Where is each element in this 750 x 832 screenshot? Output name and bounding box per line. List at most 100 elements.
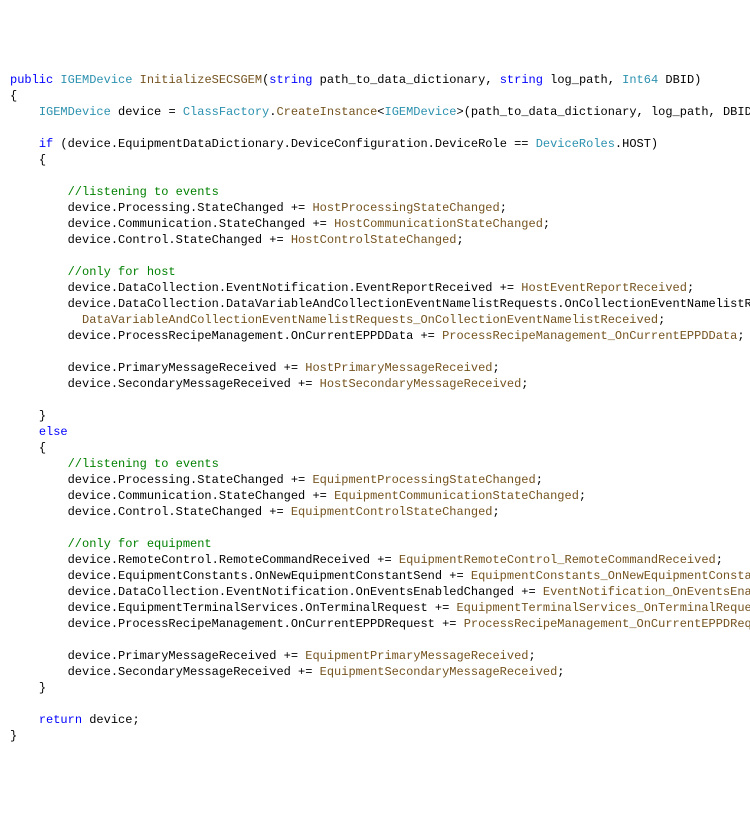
punct: ; (493, 505, 500, 519)
indent (10, 649, 68, 663)
punct: < (377, 105, 384, 119)
punct: ; (579, 489, 586, 503)
punct: ; (536, 473, 543, 487)
indent (10, 137, 39, 151)
brace: } (39, 409, 46, 423)
indent (10, 441, 39, 455)
punct: ; (457, 233, 464, 247)
type-int64: Int64 (622, 73, 658, 87)
indent (10, 409, 39, 423)
indent (10, 105, 39, 119)
keyword-if: if (39, 137, 53, 151)
indent (10, 489, 68, 503)
code-line: } (10, 680, 740, 696)
indent (10, 153, 39, 167)
code-line: //only for host (10, 264, 740, 280)
punct: ; (521, 377, 528, 391)
handler: EquipmentRemoteControl_RemoteCommandRece… (399, 553, 716, 567)
punct: ; (557, 665, 564, 679)
text: .HOST) (615, 137, 658, 151)
code-line: { (10, 88, 740, 104)
punct: ; (737, 329, 744, 343)
param: DBID) (658, 73, 701, 87)
text: device.Communication.StateChanged += (68, 489, 334, 503)
handler: EquipmentControlStateChanged (291, 505, 493, 519)
text: device.PrimaryMessageReceived += (68, 649, 306, 663)
code-line: device.DataCollection.DataVariableAndCol… (10, 296, 740, 312)
keyword-return: return (39, 713, 82, 727)
text: device.EquipmentConstants.OnNewEquipment… (68, 569, 471, 583)
indent (10, 553, 68, 567)
code-line (10, 168, 740, 184)
handler: EquipmentConstants_OnNewEquipmentConstan… (471, 569, 750, 583)
code-line: public IGEMDevice InitializeSECSGEM(stri… (10, 72, 740, 88)
code-line: { (10, 440, 740, 456)
code-line: { (10, 152, 740, 168)
indent (10, 505, 68, 519)
punct: ; (500, 201, 507, 215)
text: device.Communication.StateChanged += (68, 217, 334, 231)
code-line: device.DataCollection.EventNotification.… (10, 280, 740, 296)
brace: { (39, 441, 46, 455)
type-igemdevice: IGEMDevice (53, 73, 132, 87)
code-line: device.RemoteControl.RemoteCommandReceiv… (10, 552, 740, 568)
param: log_path, (543, 73, 622, 87)
text: device.Control.StateChanged += (68, 233, 291, 247)
indent (10, 361, 68, 375)
code-line: device.Communication.StateChanged += Hos… (10, 216, 740, 232)
punct: ; (492, 361, 499, 375)
code-line: } (10, 728, 740, 744)
brace: } (39, 681, 46, 695)
handler: EquipmentTerminalServices_OnTerminalRequ… (456, 601, 750, 615)
text: device.Processing.StateChanged += (68, 201, 313, 215)
code-line: //listening to events (10, 184, 740, 200)
keyword-string: string (269, 73, 312, 87)
indent (10, 313, 82, 327)
code-line (10, 392, 740, 408)
text: device.Control.StateChanged += (68, 505, 291, 519)
code-line: device.Processing.StateChanged += HostPr… (10, 200, 740, 216)
indent (10, 185, 68, 199)
handler: HostPrimaryMessageReceived (305, 361, 492, 375)
indent (10, 281, 68, 295)
code-line (10, 248, 740, 264)
type-igemdevice: IGEMDevice (39, 105, 111, 119)
code-line: else (10, 424, 740, 440)
code-line: device.PrimaryMessageReceived += HostPri… (10, 360, 740, 376)
indent (10, 617, 68, 631)
text: device.SecondaryMessageReceived += (68, 665, 320, 679)
code-line (10, 344, 740, 360)
code-line: device.Control.StateChanged += Equipment… (10, 504, 740, 520)
text: device.Processing.StateChanged += (68, 473, 313, 487)
text: device.ProcessRecipeManagement.OnCurrent… (68, 329, 442, 343)
indent (10, 265, 68, 279)
punct: ; (687, 281, 694, 295)
indent (10, 601, 68, 615)
code-block: public IGEMDevice InitializeSECSGEM(stri… (10, 72, 740, 744)
code-line: IGEMDevice device = ClassFactory.CreateI… (10, 104, 740, 120)
code-line: device.SecondaryMessageReceived += Equip… (10, 664, 740, 680)
text: >(path_to_data_dictionary, log_path, DBI… (457, 105, 750, 119)
code-line: device.PrimaryMessageReceived += Equipme… (10, 648, 740, 664)
code-line: device.Communication.StateChanged += Equ… (10, 488, 740, 504)
text: device.EquipmentTerminalServices.OnTermi… (68, 601, 457, 615)
code-line (10, 632, 740, 648)
indent (10, 329, 68, 343)
type-classfactory: ClassFactory (183, 105, 269, 119)
keyword-public: public (10, 73, 53, 87)
method-name: InitializeSECSGEM (132, 73, 262, 87)
indent (10, 297, 68, 311)
text: device.DataCollection.EventNotification.… (68, 585, 543, 599)
code-line (10, 520, 740, 536)
indent (10, 233, 68, 247)
text: device.SecondaryMessageReceived += (68, 377, 320, 391)
punct: ; (543, 217, 550, 231)
indent (10, 569, 68, 583)
handler: DataVariableAndCollectionEventNamelistRe… (82, 313, 658, 327)
indent (10, 377, 68, 391)
code-line: device.EquipmentTerminalServices.OnTermi… (10, 600, 740, 616)
punct: ; (529, 649, 536, 663)
code-line: device.ProcessRecipeManagement.OnCurrent… (10, 616, 740, 632)
handler: EquipmentSecondaryMessageReceived (320, 665, 558, 679)
handler: HostSecondaryMessageReceived (320, 377, 522, 391)
